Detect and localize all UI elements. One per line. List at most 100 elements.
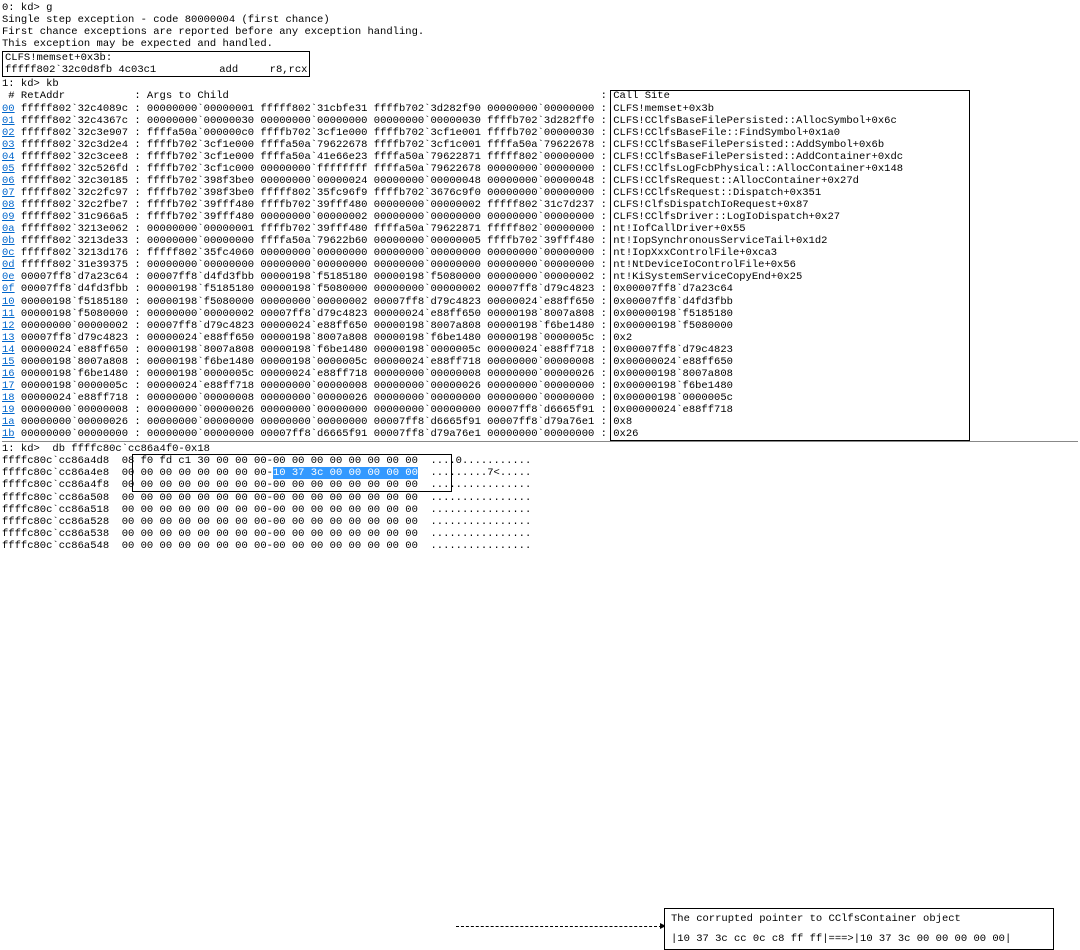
stack-row-content: fffff802`32c3d2e4 : ffffb702`3cf1e000 ff… [15, 139, 614, 151]
stack-row: 06 fffff802`32c30185 : ffffb702`398f3be0… [2, 175, 1078, 187]
stack-index-link[interactable]: 04 [2, 151, 15, 163]
instruction-box: CLFS!memset+0x3b: fffff802`32c0d8fb 4c03… [2, 51, 310, 77]
call-site: 0x00000198`f6be1480 [613, 380, 733, 392]
annotation-box: The corrupted pointer to CClfsContainer … [664, 908, 1054, 950]
call-site: 0x2 [613, 332, 632, 344]
stack-index-link[interactable]: 05 [2, 163, 15, 175]
stack-index-link[interactable]: 08 [2, 199, 15, 211]
exception-info-line: First chance exceptions are reported bef… [2, 26, 1078, 38]
stack-header: # RetAddr : Args to Child : Call Site [2, 90, 1078, 102]
call-site: nt!IofCallDriver+0x55 [613, 223, 745, 235]
stack-index-link[interactable]: 15 [2, 356, 15, 368]
stack-index-link[interactable]: 0e [2, 271, 15, 283]
stack-index-link[interactable]: 00 [2, 103, 15, 115]
stack-row: 11 00000198`f5080000 : 00000000`00000002… [2, 308, 1078, 320]
stack-index-link[interactable]: 0a [2, 223, 15, 235]
stack-index-link[interactable]: 11 [2, 308, 15, 320]
stack-index-link[interactable]: 02 [2, 127, 15, 139]
stack-index-link[interactable]: 12 [2, 320, 15, 332]
call-site: CLFS!CClfsBaseFile::FindSymbol+0x1a0 [613, 127, 840, 139]
stack-index-link[interactable]: 01 [2, 115, 15, 127]
kb-prompt: 1: kd> kb [2, 78, 1078, 90]
stack-row: 17 00000198`0000005c : 00000024`e88ff718… [2, 380, 1078, 392]
stack-row-content: 00000198`f6be1480 : 00000198`0000005c 00… [15, 368, 614, 380]
call-site: 0x00000198`0000005c [613, 392, 733, 404]
header-section: 0: kd> g Single step exception - code 80… [2, 2, 1078, 50]
call-site: CLFS!CClfsBaseFilePersisted::AddContaine… [613, 151, 903, 163]
stack-row-content: fffff802`32c3cee8 : ffffb702`3cf1e000 ff… [15, 151, 614, 163]
stack-row: 0a fffff802`3213e062 : 00000000`00000001… [2, 223, 1078, 235]
annotation-text-2: |10 37 3c cc 0c c8 ff ff|===>|10 37 3c 0… [671, 933, 1047, 945]
stack-row-content: 00000000`00000002 : 00007ff8`d79c4823 00… [15, 320, 614, 332]
stack-row-content: 00007ff8`d7a23c64 : 00007ff8`d4fd3fbb 00… [15, 271, 614, 283]
stack-row: 05 fffff802`32c526fd : ffffb702`3cf1c000… [2, 163, 1078, 175]
call-site: CLFS!CClfsLogFcbPhysical::AllocContainer… [613, 163, 903, 175]
call-site: CLFS!CClfsBaseFilePersisted::AddSymbol+0… [613, 139, 884, 151]
stack-row: 18 00000024`e88ff718 : 00000000`00000008… [2, 392, 1078, 404]
memory-row: ffffc80c`cc86a4d8 08 f0 fd c1 30 00 00 0… [2, 455, 1078, 467]
stack-index-link[interactable]: 14 [2, 344, 15, 356]
stack-row-content: fffff802`3213de33 : 00000000`00000000 ff… [15, 235, 614, 247]
instruction-symbol: CLFS!memset+0x3b: [5, 52, 307, 64]
stack-row-content: 00000000`00000026 : 00000000`00000000 00… [15, 416, 614, 428]
stack-row: 19 00000000`00000008 : 00000000`00000026… [2, 404, 1078, 416]
stack-row-content: 00000198`f5185180 : 00000198`f5080000 00… [15, 296, 614, 308]
stack-row-content: fffff802`32c4089c : 00000000`00000001 ff… [15, 103, 614, 115]
stack-index-link[interactable]: 03 [2, 139, 15, 151]
stack-index-link[interactable]: 0b [2, 235, 15, 247]
stack-row-content: fffff802`32c2fc97 : ffffb702`398f3be0 ff… [15, 187, 614, 199]
stack-index-link[interactable]: 07 [2, 187, 15, 199]
stack-row-content: fffff802`32c4367c : 00000000`00000030 00… [15, 115, 614, 127]
call-site: 0x00000024`e88ff718 [613, 404, 733, 416]
stack-row: 0b fffff802`3213de33 : 00000000`00000000… [2, 235, 1078, 247]
call-site: CLFS!CClfsRequest::AllocContainer+0x27d [613, 175, 859, 187]
call-site: CLFS!memset+0x3b [613, 103, 714, 115]
stack-row-content: fffff802`31c966a5 : ffffb702`39fff480 00… [15, 211, 614, 223]
stack-row: 1a 00000000`00000026 : 00000000`00000000… [2, 416, 1078, 428]
call-site: nt!IopXxxControlFile+0xca3 [613, 247, 777, 259]
stack-index-link[interactable]: 19 [2, 404, 15, 416]
memory-row: ffffc80c`cc86a508 00 00 00 00 00 00 00 0… [2, 492, 1078, 504]
memory-row: ffffc80c`cc86a548 00 00 00 00 00 00 00 0… [2, 540, 1078, 552]
stack-row-content: fffff802`31e39375 : 00000000`00000000 00… [15, 259, 614, 271]
call-site: nt!KiSystemServiceCopyEnd+0x25 [613, 271, 802, 283]
stack-row: 14 00000024`e88ff650 : 00000198`8007a808… [2, 344, 1078, 356]
stack-index-link[interactable]: 13 [2, 332, 15, 344]
stack-row-content: 00000198`0000005c : 00000024`e88ff718 00… [15, 380, 614, 392]
stack-row: 00 fffff802`32c4089c : 00000000`00000001… [2, 103, 1078, 115]
stack-row: 1b 00000000`00000000 : 00000000`00000000… [2, 428, 1078, 440]
memory-dump: ffffc80c`cc86a4d8 08 f0 fd c1 30 00 00 0… [2, 455, 1078, 552]
stack-index-link[interactable]: 1b [2, 428, 15, 440]
call-site: 0x00000198`8007a808 [613, 368, 733, 380]
stack-index-link[interactable]: 18 [2, 392, 15, 404]
stack-row: 07 fffff802`32c2fc97 : ffffb702`398f3be0… [2, 187, 1078, 199]
call-site: 0x00000024`e88ff650 [613, 356, 733, 368]
stack-row: 0e 00007ff8`d7a23c64 : 00007ff8`d4fd3fbb… [2, 271, 1078, 283]
memory-row: ffffc80c`cc86a528 00 00 00 00 00 00 00 0… [2, 516, 1078, 528]
stack-row-content: fffff802`3213e062 : 00000000`00000001 ff… [15, 223, 614, 235]
annotation-arrow [456, 926, 662, 927]
stack-row: 12 00000000`00000002 : 00007ff8`d79c4823… [2, 320, 1078, 332]
stack-index-link[interactable]: 10 [2, 296, 15, 308]
stack-index-link[interactable]: 0f [2, 283, 15, 295]
stack-row: 01 fffff802`32c4367c : 00000000`00000030… [2, 115, 1078, 127]
annotation-spacer [671, 925, 1047, 933]
stack-row-content: 00000198`8007a808 : 00000198`f6be1480 00… [15, 356, 614, 368]
memory-hex-highlight: 10 37 3c 00 00 00 00 00 [273, 467, 418, 479]
stack-index-link[interactable]: 0d [2, 259, 15, 271]
stack-index-link[interactable]: 09 [2, 211, 15, 223]
stack-index-link[interactable]: 16 [2, 368, 15, 380]
memory-hex-pre: 00 00 00 00 00 00 00 00- [122, 467, 273, 479]
stack-index-link[interactable]: 17 [2, 380, 15, 392]
stack-row-content: 00000198`f5080000 : 00000000`00000002 00… [15, 308, 614, 320]
call-site: CLFS!ClfsDispatchIoRequest+0x87 [613, 199, 808, 211]
memory-address: ffffc80c`cc86a4e8 [2, 467, 122, 479]
stack-index-link[interactable]: 1a [2, 416, 15, 428]
stack-row: 10 00000198`f5185180 : 00000198`f5080000… [2, 296, 1078, 308]
stack-index-link[interactable]: 06 [2, 175, 15, 187]
annotation-text-1: The corrupted pointer to CClfsContainer … [671, 913, 1047, 925]
stack-index-link[interactable]: 0c [2, 247, 15, 259]
stack-row-content: fffff802`32c2fbe7 : ffffb702`39fff480 ff… [15, 199, 614, 211]
exception-note-line: This exception may be expected and handl… [2, 38, 1078, 50]
stack-row-content: 00000000`00000008 : 00000000`00000026 00… [15, 404, 614, 416]
